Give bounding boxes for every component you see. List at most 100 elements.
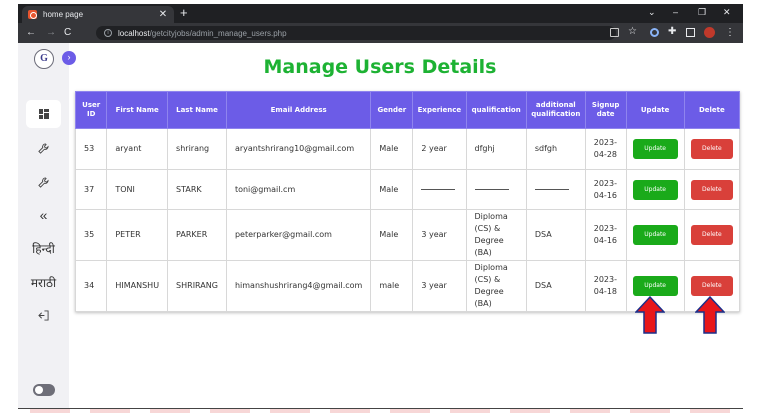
header-user-id: User ID (74, 91, 108, 129)
cell-qualification: Diploma (CS) & Degree (BA) (465, 260, 527, 312)
language-marathi-label: मराठी (30, 275, 57, 290)
cell-first-name: PETER (106, 209, 169, 261)
header-qualification: qualification (465, 91, 527, 129)
minimize-icon[interactable]: – (673, 7, 678, 17)
header-last-name: Last Name (167, 91, 227, 129)
cell-additional-qualification: DSA (525, 209, 586, 261)
bookmark-star-icon[interactable]: ☆ (628, 26, 637, 38)
cell-user-id: 53 (74, 128, 108, 170)
cell-experience (412, 169, 467, 210)
sidebar-item-logout[interactable] (18, 301, 69, 329)
cell-gender: male (370, 260, 414, 312)
update-button[interactable]: Update (632, 276, 678, 296)
reload-icon[interactable]: C (64, 27, 71, 39)
cell-email: aryantshrirang10@gmail.com (225, 128, 372, 170)
back-icon[interactable]: ← (26, 27, 36, 39)
double-chevron-left-icon: « (39, 207, 48, 223)
cell-first-name: TONI (106, 169, 169, 210)
header-signup-date: Signup date (584, 91, 627, 129)
sidebar-item-marathi[interactable]: मराठी (18, 268, 69, 296)
table-row: 53 aryant shrirang aryantshrirang10@gmai… (74, 128, 741, 170)
cell-signup-date: 2023-04-28 (584, 128, 627, 170)
page-title: Manage Users Details (263, 56, 497, 78)
theme-toggle[interactable] (33, 384, 55, 396)
url-bar[interactable]: i localhost /getcityjobs/admin_manage_us… (96, 26, 616, 40)
address-toolbar: ← → C i localhost /getcityjobs/admin_man… (18, 23, 743, 43)
header-first-name: First Name (106, 91, 169, 129)
browser-tab-bar: home page ✕ + ⌄ – ❐ ✕ (18, 4, 743, 23)
cell-user-id: 35 (74, 209, 108, 261)
dashboard-icon (38, 109, 49, 119)
sidebar-item-collapse[interactable]: « (18, 201, 69, 229)
header-additional-qualification: additional qualification (525, 91, 586, 129)
tab-search-icon[interactable]: ⌄ (648, 7, 656, 18)
cell-experience: 3 year (412, 260, 467, 312)
cell-experience: 2 year (412, 128, 467, 170)
favicon-icon (28, 10, 37, 19)
cell-additional-qualification: sdfgh (525, 128, 586, 170)
site-info-icon[interactable]: i (104, 29, 112, 37)
cell-first-name: aryant (106, 128, 169, 170)
logout-icon (38, 309, 49, 321)
annotation-arrow-up-icon (695, 296, 725, 334)
cell-gender: Male (370, 209, 414, 261)
table-header-row: User ID First Name Last Name Email Addre… (74, 91, 741, 129)
browser-tab[interactable]: home page ✕ (22, 6, 174, 23)
empty-value-line (534, 188, 569, 190)
cell-email: himanshushrirang4@gmail.com (225, 260, 372, 312)
delete-button[interactable]: Delete (690, 179, 733, 200)
cell-qualification (465, 169, 527, 210)
update-button[interactable]: Update (632, 225, 678, 245)
update-button[interactable]: Update (632, 139, 678, 159)
cell-qualification: dfghj (465, 128, 527, 170)
cell-user-id: 37 (74, 169, 108, 210)
url-host: localhost (118, 28, 150, 38)
users-table: User ID First Name Last Name Email Addre… (74, 91, 741, 312)
table-row: 35 PETER PARKER peterparker@gmail.com Ma… (74, 209, 741, 261)
cell-additional-qualification: DSA (525, 260, 586, 312)
header-email: Email Address (225, 91, 372, 129)
cell-last-name: SHRIRANG (167, 260, 227, 312)
cell-qualification: Diploma (CS) & Degree (BA) (465, 209, 527, 261)
header-delete: Delete (683, 91, 741, 129)
sidebar: G › « हिन्दी मराठी (18, 43, 76, 409)
delete-button[interactable]: Delete (690, 276, 733, 296)
annotation-arrow-up-icon (635, 296, 665, 334)
extension-icon[interactable] (650, 28, 659, 37)
share-icon[interactable] (610, 28, 619, 37)
cell-additional-qualification (525, 169, 586, 210)
cell-experience: 3 year (412, 209, 467, 261)
restore-icon[interactable]: ❐ (698, 7, 706, 18)
wrench-icon (38, 142, 49, 154)
cell-signup-date: 2023-04-16 (584, 169, 627, 210)
close-tab-icon[interactable]: ✕ (156, 9, 170, 20)
url-path: /getcityjobs/admin_manage_users.php (149, 28, 287, 38)
cell-signup-date: 2023-04-18 (584, 260, 627, 312)
sidebar-item-hindi[interactable]: हिन्दी (18, 234, 69, 262)
cell-email: peterparker@gmail.com (225, 209, 372, 261)
cell-email: toni@gmail.cm (225, 169, 372, 210)
extensions-puzzle-icon[interactable]: ✚ (668, 26, 676, 38)
update-button[interactable]: Update (632, 179, 678, 200)
cell-last-name: PARKER (167, 209, 227, 261)
sidebar-item-tools-2[interactable] (18, 168, 69, 196)
profile-avatar[interactable] (704, 27, 715, 38)
cell-first-name: HIMANSHU (106, 260, 169, 312)
expand-sidebar-button[interactable]: › (62, 51, 76, 65)
footer-strip (30, 409, 730, 413)
close-window-icon[interactable]: ✕ (723, 7, 731, 18)
cell-user-id: 34 (74, 260, 108, 312)
sidebar-item-dashboard[interactable] (26, 100, 61, 128)
header-update: Update (625, 91, 685, 129)
site-logo[interactable]: G (34, 49, 54, 69)
delete-button[interactable]: Delete (690, 139, 733, 159)
sidebar-item-tools-1[interactable] (18, 134, 69, 162)
delete-button[interactable]: Delete (690, 225, 733, 245)
menu-dots-icon[interactable]: ⋮ (725, 27, 735, 39)
cell-last-name: STARK (167, 169, 227, 210)
tab-title: home page (43, 10, 84, 19)
side-panel-icon[interactable] (686, 28, 695, 37)
forward-icon[interactable]: → (46, 27, 56, 39)
new-tab-icon[interactable]: + (180, 6, 188, 20)
cell-last-name: shrirang (167, 128, 227, 170)
